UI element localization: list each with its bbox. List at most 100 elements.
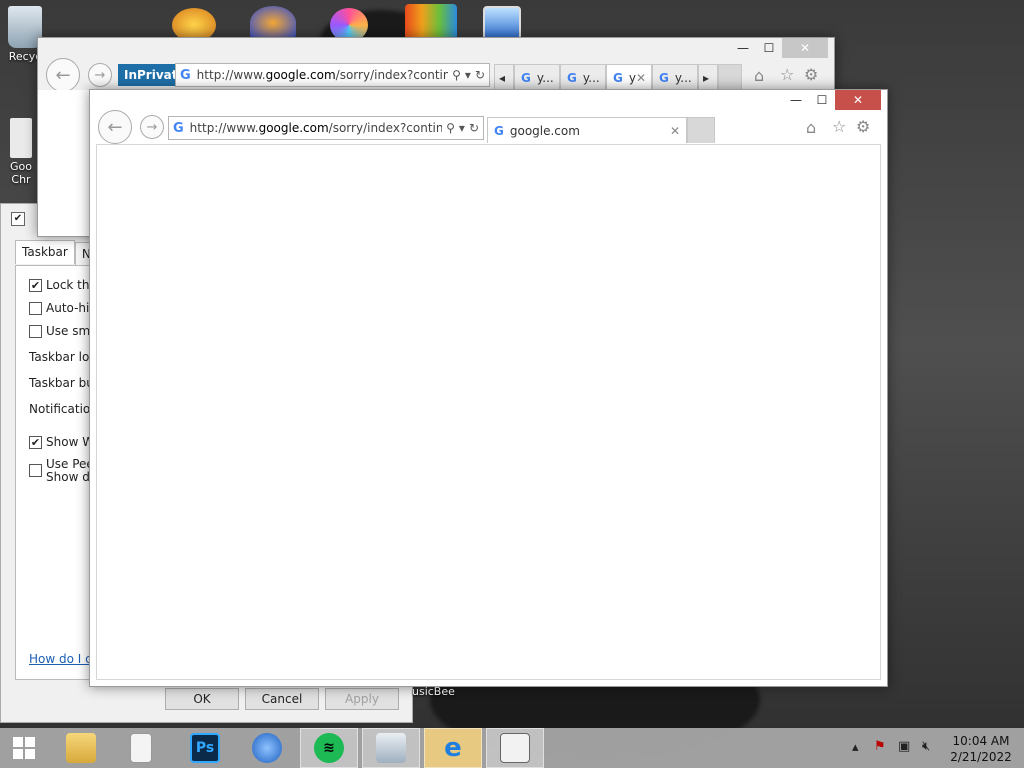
maximize-button[interactable]: ☐ [809, 90, 835, 110]
checkbox[interactable]: ✔ [29, 278, 42, 292]
network-icon[interactable]: ▣ [898, 739, 910, 754]
tab-label: y... [674, 70, 692, 85]
tab-label: google.com [509, 123, 580, 138]
tab-label: y... [536, 70, 554, 85]
search-icon[interactable]: ⚲ [446, 121, 455, 135]
address-bar[interactable]: G http://www.google.com/sorry/index?cont… [168, 116, 484, 140]
settings-gear-icon[interactable]: ⚙ [856, 117, 870, 136]
maximize-button[interactable]: ☐ [756, 38, 782, 58]
ie-window: — ☐ ✕ ← → G http://www.google.com/sorry/… [89, 89, 888, 687]
folder-icon [66, 733, 96, 763]
taskbar-internet-explorer[interactable]: e [424, 728, 482, 768]
window-controls: — ☐ ✕ [783, 90, 881, 110]
performance-monitor-icon [376, 733, 406, 763]
address-url[interactable]: http://www.google.com/sorry/index?contin [197, 68, 448, 82]
browser-tab-active[interactable]: G google.com ✕ [487, 117, 687, 143]
google-favicon-icon: G [567, 70, 577, 85]
taskbar-document[interactable] [112, 728, 170, 768]
tab-scroll-left[interactable]: ◂ [494, 64, 514, 90]
google-favicon-icon: G [180, 67, 191, 83]
refresh-icon[interactable]: ↻ [469, 121, 479, 135]
checkbox[interactable] [29, 301, 42, 315]
show-hidden-icons-icon[interactable]: ▴ [852, 740, 859, 755]
taskbar-properties-icon [500, 733, 530, 763]
home-icon[interactable]: ⌂ [754, 66, 764, 85]
google-favicon-icon: G [494, 123, 504, 138]
taskbar-photoshop[interactable]: Ps [176, 728, 234, 768]
search-icon[interactable]: ⚲ [452, 68, 461, 82]
minimize-button[interactable]: — [783, 90, 809, 110]
forward-button[interactable]: → [88, 63, 112, 87]
lock-taskbar-option[interactable]: ✔ Lock the [29, 278, 97, 292]
settings-gear-icon[interactable]: ⚙ [804, 65, 818, 84]
url-domain: google.com [265, 68, 336, 82]
url-prefix: http://www. [189, 121, 259, 135]
new-tab-button[interactable] [718, 64, 742, 90]
internet-explorer-icon: e [444, 733, 462, 763]
office-app-icon[interactable] [405, 4, 457, 40]
volume-muted-icon[interactable]: 🔇︎ [922, 739, 930, 754]
close-tab-icon[interactable]: ✕ [670, 124, 680, 138]
desktop-icon-label: Goo [10, 160, 32, 173]
thunderbird-icon [252, 733, 282, 763]
new-tab-button[interactable] [687, 117, 715, 143]
browser-tab[interactable]: Gy... [560, 64, 606, 90]
taskbar-file-explorer[interactable] [52, 728, 110, 768]
clock-time: 10:04 AM [952, 734, 1010, 748]
photoshop-icon: Ps [190, 733, 220, 763]
tab-label: y [628, 70, 636, 85]
windows-logo-icon [13, 737, 35, 759]
close-button[interactable]: ✕ [782, 38, 828, 58]
google-favicon-icon: G [659, 70, 669, 85]
home-icon[interactable]: ⌂ [806, 118, 816, 137]
window-controls: — ☐ ✕ [730, 38, 828, 58]
ok-button[interactable]: OK [165, 688, 239, 710]
google-favicon-icon: G [173, 120, 184, 136]
google-favicon-icon: G [613, 70, 623, 85]
headphones-icon [250, 6, 296, 40]
audio-app-icon[interactable] [250, 6, 296, 40]
start-button[interactable] [0, 728, 48, 768]
favorites-star-icon[interactable]: ☆ [832, 117, 846, 136]
refresh-icon[interactable]: ↻ [475, 68, 485, 82]
google-chrome-shortcut[interactable]: Goo Chr [10, 118, 32, 186]
taskbar-clock[interactable]: 10:04 AM 2/21/2022 [948, 733, 1014, 765]
action-center-flag-icon[interactable]: ⚑ [874, 739, 886, 754]
url-prefix: http://www. [196, 68, 266, 82]
favorites-star-icon[interactable]: ☆ [780, 65, 794, 84]
spotify-icon: ≋ [314, 733, 344, 763]
cancel-button[interactable]: Cancel [245, 688, 319, 710]
dropdown-icon[interactable]: ▾ [459, 121, 465, 135]
dropdown-icon[interactable]: ▾ [465, 68, 471, 82]
url-rest: /sorry/index?contin [328, 121, 443, 135]
url-domain: google.com [258, 121, 329, 135]
address-url[interactable]: http://www.google.com/sorry/index?contin [190, 121, 442, 135]
chrome-shortcut-icon [10, 118, 32, 158]
taskbar-thunderbird[interactable] [238, 728, 296, 768]
back-button[interactable]: ← [98, 110, 132, 144]
checkbox[interactable] [29, 324, 42, 338]
close-tab-icon[interactable]: ✕ [636, 71, 646, 85]
taskbar-system-monitor[interactable] [362, 728, 420, 768]
apply-button[interactable]: Apply [325, 688, 399, 710]
monitor-app-icon[interactable] [483, 6, 521, 40]
back-button[interactable]: ← [46, 58, 80, 92]
checkbox[interactable]: ✔ [29, 435, 42, 449]
monitor-icon [483, 6, 521, 40]
browser-tab[interactable]: Gy... [652, 64, 698, 90]
browser-tab[interactable]: Gy... [514, 64, 560, 90]
forward-button[interactable]: → [140, 115, 164, 139]
tab-taskbar[interactable]: Taskbar [15, 240, 75, 264]
close-button[interactable]: ✕ [835, 90, 881, 110]
checkbox[interactable] [29, 464, 42, 477]
page-content[interactable] [96, 144, 881, 680]
dialog-app-icon: ✔ [11, 212, 25, 226]
minimize-button[interactable]: — [730, 38, 756, 58]
browser-tab-active[interactable]: Gy ✕ [606, 64, 652, 90]
office-logo-icon [405, 4, 457, 40]
clock-date: 2/21/2022 [950, 750, 1012, 764]
tab-scroll-right[interactable]: ▸ [698, 64, 718, 90]
taskbar-taskbar-properties[interactable] [486, 728, 544, 768]
address-bar[interactable]: G http://www.google.com/sorry/index?cont… [175, 63, 490, 87]
taskbar-spotify[interactable]: ≋ [300, 728, 358, 768]
